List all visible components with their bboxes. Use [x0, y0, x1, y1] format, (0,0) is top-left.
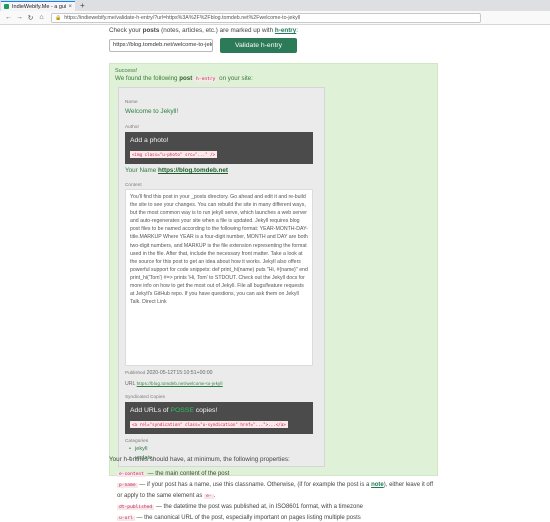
add-photo-title: Add a photo! [130, 137, 169, 144]
instruction-posts: posts [142, 27, 160, 34]
note-link[interactable]: note [371, 482, 384, 488]
published-value: 2020-05-12T15:10:51+00:00 [146, 370, 213, 376]
tab-bar: IndieWebify.Me - a guide × + [0, 0, 550, 11]
property-text: — the datetime the post was published at… [155, 504, 363, 510]
property-code: u-url [117, 516, 135, 521]
instruction-suffix: : [296, 27, 298, 34]
syndicated-box: Add URLs of POSSE copies! <a rel="syndica… [125, 402, 313, 434]
content-box: You'll find this post in your _posts dir… [125, 189, 313, 366]
author-name-text: Your Name [125, 167, 157, 174]
validate-h-entry-button[interactable]: Validate h-entry [220, 38, 297, 53]
property-text: — the canonical URL of the post, especia… [136, 515, 361, 521]
found-code: h-entry [194, 77, 218, 82]
property-code: e- [204, 494, 214, 499]
tab-title: IndieWebify.Me - a guide [12, 3, 67, 10]
syndicated-title: Add URLs of POSSE copies! [130, 407, 217, 414]
property-code: e-content [117, 472, 146, 477]
found-post: post [179, 75, 193, 82]
home-icon[interactable]: ⌂ [36, 14, 47, 21]
address-bar-url: https://indiewebify.me/validate-h-entry/… [64, 14, 301, 21]
property-item: u-url — the canonical URL of the post, e… [117, 513, 447, 522]
success-panel: Success! We found the following post h-e… [109, 63, 438, 476]
entry-url-link[interactable]: https://blog.tomdeb.net/welcome-to-jekyl… [137, 381, 223, 386]
published-line: Published 2020-05-12T15:10:51+00:00 [125, 370, 213, 376]
property-text: — if your post has a name, use this clas… [139, 482, 370, 488]
author-url-link[interactable]: https://blog.tomdeb.net [158, 167, 228, 174]
property-item: p-name — if your post has a name, use th… [117, 480, 447, 491]
navigation-bar: ← → ↻ ⌂ 🔒 https://indiewebify.me/validat… [0, 11, 550, 25]
url-label: URL [125, 381, 136, 387]
success-heading: Success! [115, 68, 138, 74]
h-entry-card: Name Welcome to Jekyll! Author Add a pho… [118, 87, 325, 467]
author-label: Author [125, 124, 140, 129]
property-text: or apply to the same element as [117, 493, 203, 499]
posse-link[interactable]: POSSE [170, 407, 193, 414]
found-message: We found the following post h-entry on y… [115, 75, 253, 82]
syndicated-prefix: Add URLs of [130, 407, 171, 414]
reload-icon[interactable]: ↻ [25, 14, 36, 22]
entry-name: Welcome to Jekyll! [125, 108, 179, 115]
categories-label: Categories [125, 438, 149, 443]
found-prefix: We found the following [115, 75, 178, 82]
property-item-continued: or apply to the same element as e-. [117, 491, 447, 502]
tab-close-icon[interactable]: × [68, 4, 72, 10]
content-label: Content [125, 182, 142, 187]
syndicated-label: Syndicated Copies [125, 394, 166, 399]
syndicated-suffix: copies! [193, 407, 218, 414]
category-item[interactable]: jekyll [129, 445, 152, 454]
found-suffix: on your site: [219, 75, 253, 82]
new-tab-button[interactable]: + [80, 1, 85, 11]
page-content: Check your posts (notes, articles, etc.)… [0, 25, 550, 522]
property-item: dt-published — the datetime the post was… [117, 502, 447, 513]
instruction-mid: (notes, articles, etc.) are marked up wi… [161, 27, 274, 34]
property-code: p-name [117, 483, 138, 488]
property-item: e-content — the main content of the post [117, 469, 447, 480]
property-text: — the main content of the post [147, 471, 230, 477]
author-photo-code: <img class="u-photo" src="..." /> [130, 151, 218, 158]
name-label: Name [125, 99, 138, 104]
site-favicon-icon [4, 4, 9, 9]
published-label: Published [125, 370, 146, 375]
h-entry-link[interactable]: h-entry [275, 27, 296, 34]
property-code: dt-published [117, 505, 155, 510]
lock-icon: 🔒 [55, 14, 62, 21]
properties-intro: Your h-entries should have, at minimum, … [109, 456, 290, 463]
back-arrow-icon[interactable]: ← [3, 14, 14, 21]
author-photo-box: Add a photo! <img class="u-photo" src=".… [125, 132, 313, 164]
properties-list: e-content — the main content of the post… [117, 469, 447, 522]
url-input[interactable]: https://blog.tomdeb.net/welcome-to-jekyl… [109, 39, 213, 52]
instruction-prefix: Check your [109, 27, 141, 34]
form-instruction: Check your posts (notes, articles, etc.)… [109, 27, 298, 34]
property-text-end: . [213, 493, 216, 499]
property-text-end: ), either leave it off [383, 482, 433, 488]
url-line: URL https://blog.tomdeb.net/welcome-to-j… [125, 381, 223, 387]
browser-tab[interactable]: IndieWebify.Me - a guide × [1, 1, 75, 11]
forward-arrow-icon[interactable]: → [14, 14, 25, 21]
syndicated-code: <a rel="syndication" class="u-syndicatio… [130, 421, 288, 428]
author-name: Your Name https://blog.tomdeb.net [125, 167, 228, 174]
address-bar[interactable]: 🔒 https://indiewebify.me/validate-h-entr… [51, 12, 481, 23]
